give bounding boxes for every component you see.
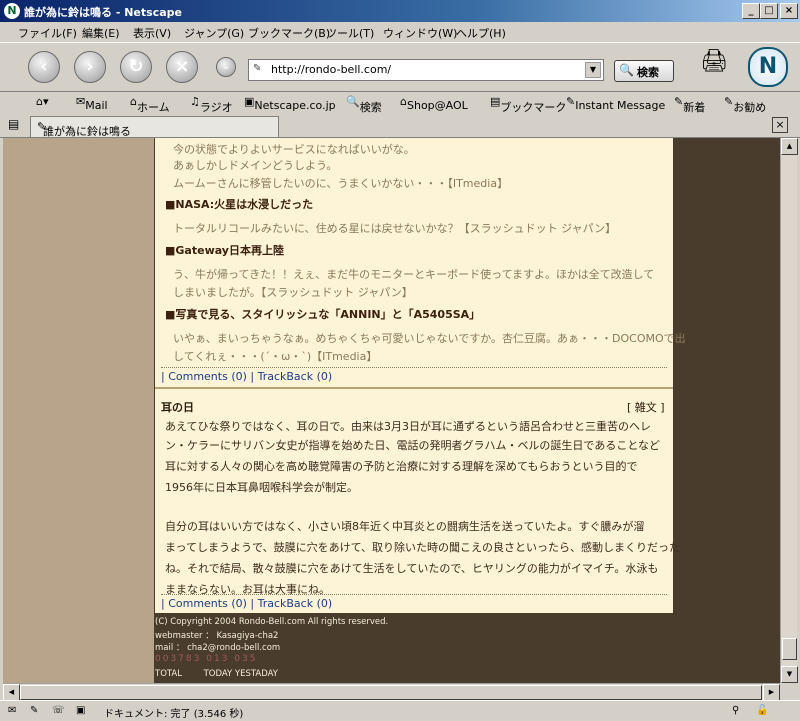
personal-toolbar: ⌂▾ ✉ Mail ⌂ ホーム ♫ ラジオ ▣ Netscape.co.jp 🔍… xyxy=(0,91,800,114)
news-line: 今の状態でよりよいサービスになればいいがな。 xyxy=(173,143,415,156)
menu-bookmarks[interactable]: ブックマーク(B) xyxy=(248,25,330,41)
url-input[interactable] xyxy=(271,62,571,77)
entry-separator xyxy=(155,387,673,389)
counter-labels: TOTAL TODAY YESTADAY xyxy=(155,669,278,679)
news-line: あぁしかしドメインどうしよう。 xyxy=(173,159,338,172)
url-bar[interactable]: ✎ ▼ xyxy=(248,59,604,81)
page-footer: (C) Copyright 2004 Rondo-Bell.com All ri… xyxy=(155,613,775,683)
page-icon: ✎ xyxy=(253,63,262,74)
menu-tools[interactable]: ツール(T) xyxy=(326,25,374,41)
bookmark-bookmarks[interactable]: ▤ ブックマーク xyxy=(490,95,566,114)
bookmark-recommend[interactable]: ✎ お勧め xyxy=(724,95,766,114)
hscroll-thumb[interactable] xyxy=(20,685,762,700)
netscape-app-icon[interactable]: N xyxy=(4,3,20,19)
entry-line: ン・ケラーにサリバン女史が指導を始めた日、電話の発明者グラハム・ベルの誕生日であ… xyxy=(165,439,660,452)
new-tab-icon[interactable]: ▤ xyxy=(8,117,19,131)
copyright-text: (C) Copyright 2004 Rondo-Bell.com All ri… xyxy=(155,617,389,627)
entry-line: ね。それで結局、散々鼓膜に穴をあけて生活をしていたので、ヒヤリングの能力がイマイ… xyxy=(165,562,659,575)
netscape-logo-icon[interactable]: N xyxy=(748,47,788,87)
address-book-icon[interactable]: ☏ xyxy=(52,705,65,716)
bookmark-instant-message[interactable]: ✎ Instant Message xyxy=(566,95,665,112)
menu-go[interactable]: ジャンプ(G) xyxy=(184,25,244,41)
close-window-button[interactable]: × xyxy=(780,3,798,19)
menu-window[interactable]: ウィンドウ(W) xyxy=(383,25,457,41)
bookmark-new[interactable]: ✎ 新着 xyxy=(674,95,705,114)
title-bar: N 誰が為に鈴は鳴る - Netscape _ □ × xyxy=(0,0,800,22)
entry-line: 耳に対する人々の関心を高め聴覚障害の予防と治療に対する理解を深めてもらおうという… xyxy=(165,460,638,473)
blog-content: 今の状態でよりよいサービスになればいいがな。 あぁしかしドメインどうしよう。 ム… xyxy=(155,138,686,683)
forward-button[interactable]: › xyxy=(74,51,106,83)
divider xyxy=(161,594,667,595)
reload-button[interactable]: ↻ xyxy=(120,51,152,83)
tab-title: ✎ 誰が為に鈴は鳴る xyxy=(37,120,131,138)
entry-line: まってしまうようで、鼓膜に穴をあけて、取り除いた時の聞こえの良さといったら、感動… xyxy=(165,541,681,554)
page-viewport: 今の状態でよりよいサービスになればいいがな。 あぁしかしドメインどうしよう。 ム… xyxy=(3,138,780,683)
stop-button[interactable]: × xyxy=(166,51,198,83)
menu-edit[interactable]: 編集(E) xyxy=(82,25,120,41)
magnifier-icon: 🔍 xyxy=(619,63,634,77)
scroll-thumb[interactable] xyxy=(782,638,797,660)
print-icon[interactable]: 🖨 xyxy=(700,49,728,77)
entry-line: 自分の耳はいい方ではなく、小さい頃8年近く中耳炎との闘病生活を送っていたよ。すぐ… xyxy=(165,520,645,533)
connection-icon: ⚲ xyxy=(732,705,740,716)
composer-icon[interactable]: ✎ xyxy=(30,705,38,716)
left-margin xyxy=(3,138,154,683)
news-title-nasa[interactable]: ■NASA:火星は水浸しだった xyxy=(165,196,313,212)
access-counter: 003783 013 035 xyxy=(155,654,258,664)
news-line: いやぁ、まいっちゃうなぁ。めちゃくちゃ可愛いじゃないですか。杏仁豆腐。あぁ・・・… xyxy=(173,332,686,345)
webmaster-text: webmaster ： Kasagiya-cha2 xyxy=(155,631,279,641)
menu-help[interactable]: ヘルプ(H) xyxy=(456,25,506,41)
entry-title: 耳の日 xyxy=(161,401,194,414)
entry-line: あえてひな祭りではなく、耳の日で。由来は3月3日が耳に通ずるという語呂合わせと三… xyxy=(165,420,652,433)
entry-meta-links[interactable]: | Comments (0) | TrackBack (0) xyxy=(161,370,332,383)
news-line: ムームーさんに移管したいのに、うまくいかない・・・【ITmedia】 xyxy=(173,177,509,190)
horizontal-scrollbar[interactable]: ◀ ▶ xyxy=(3,683,780,701)
bookmark-mail[interactable]: ✉ Mail xyxy=(76,95,108,112)
tab-current[interactable]: ✎ 誰が為に鈴は鳴る xyxy=(30,116,279,138)
news-title-annin[interactable]: ■写真で見る、スタイリッシュな「ANNIN」と「A5405SA」 xyxy=(165,306,480,322)
status-text: ドキュメント: 完了 (3.546 秒) xyxy=(104,709,244,720)
menu-view[interactable]: 表示(V) xyxy=(133,25,171,41)
entry-meta-links[interactable]: | Comments (0) | TrackBack (0) xyxy=(161,597,332,610)
news-line: しまいましたが。【スラッシュドット ジャパン】 xyxy=(173,286,413,299)
status-bar: ✉ ✎ ☏ ▣ ドキュメント: 完了 (3.546 秒) ⚲ 🔓 xyxy=(0,700,800,721)
bookmark-search[interactable]: 🔍 検索 xyxy=(346,95,382,114)
bookmark-netscape[interactable]: ▣ Netscape.co.jp xyxy=(244,95,336,112)
url-dropdown-button[interactable]: ▼ xyxy=(585,62,601,78)
search-button[interactable]: 🔍 検索 xyxy=(614,60,674,82)
menu-bar: ファイル(F) 編集(E) 表示(V) ジャンプ(G) ブックマーク(B) ツー… xyxy=(0,22,800,42)
vertical-scrollbar[interactable]: ▲ ▼ xyxy=(780,138,798,683)
back-button[interactable]: ‹ xyxy=(28,51,60,83)
dropdown-icon[interactable]: ⌄ xyxy=(216,57,236,77)
window-title: 誰が為に鈴は鳴る - Netscape xyxy=(24,6,182,19)
tab-bar: ▤ ✎ 誰が為に鈴は鳴る × xyxy=(0,113,800,138)
minimize-button[interactable]: _ xyxy=(742,3,760,19)
close-tab-button[interactable]: × xyxy=(772,117,788,133)
navigation-toolbar: ‹ › ↻ × ⌄ ✎ ▼ 🔍 検索 🖨 N xyxy=(0,42,800,92)
news-line: トータルリコールみたいに、住める星には戻せないかな？【スラッシュドット ジャパン… xyxy=(173,222,617,235)
lock-icon: 🔓 xyxy=(756,705,769,716)
divider xyxy=(161,367,667,368)
scroll-left-button[interactable]: ◀ xyxy=(3,684,20,701)
maximize-button[interactable]: □ xyxy=(760,3,778,19)
entry-category-link[interactable]: [ 雑文 ] xyxy=(627,399,665,415)
news-line: う、牛が帰ってきた！！えぇ、まだ牛のモニターとキーボード使ってますよ。ほかは全て… xyxy=(173,268,655,281)
news-title-gateway[interactable]: ■Gateway日本再上陸 xyxy=(165,242,284,258)
scroll-right-button[interactable]: ▶ xyxy=(763,684,780,701)
home-tabs-icon[interactable]: ⌂▾ xyxy=(36,95,49,108)
chat-icon[interactable]: ▣ xyxy=(76,705,85,716)
news-line: してくれぇ・・・(´・ω・`)【ITmedia】 xyxy=(173,350,378,363)
scroll-up-button[interactable]: ▲ xyxy=(781,138,798,155)
menu-file[interactable]: ファイル(F) xyxy=(18,25,77,41)
bookmark-shop[interactable]: ⌂ Shop@AOL xyxy=(400,95,468,112)
bookmark-radio[interactable]: ♫ ラジオ xyxy=(190,95,233,114)
mail-status-icon[interactable]: ✉ xyxy=(8,705,16,716)
bookmark-home[interactable]: ⌂ ホーム xyxy=(130,95,170,114)
scroll-down-button[interactable]: ▼ xyxy=(781,666,798,683)
entry-line: 1956年に日本耳鼻咽喉科学会が制定。 xyxy=(165,481,358,494)
mail-text: mail ： cha2@rondo-bell.com xyxy=(155,643,281,653)
